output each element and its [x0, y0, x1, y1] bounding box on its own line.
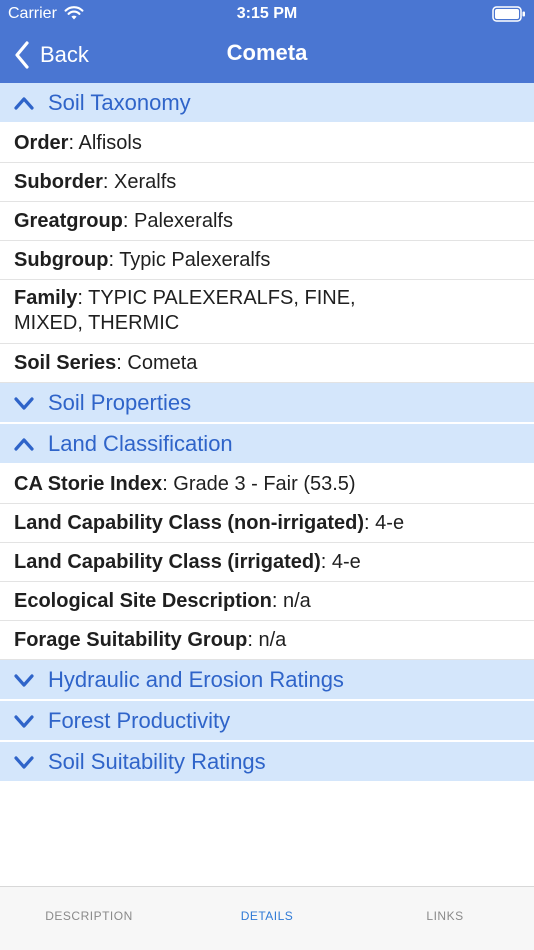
detail-value: : Typic Palexeralfs [108, 249, 271, 271]
section-label: Forest Productivity [48, 707, 231, 733]
detail-row-family: Family: TYPIC PALEXERALFS, FINE, MIXED, … [0, 280, 534, 344]
detail-value: : TYPIC PALEXERALFS, FINE, [77, 287, 356, 309]
navigation-bar: Back Cometa [0, 30, 534, 80]
detail-value: : Alfisols [68, 132, 142, 154]
detail-value: : 4-e [364, 512, 405, 534]
detail-value: : 4-e [320, 551, 361, 573]
tab-description[interactable]: DESCRIPTION [0, 887, 178, 950]
page-title: Cometa [226, 40, 308, 65]
chevron-down-icon [14, 714, 34, 728]
detail-key: Land Capability Class (non-irrigated) [14, 512, 365, 534]
detail-value: : Cometa [116, 352, 198, 374]
detail-row-suborder: Suborder: Xeralfs [0, 163, 534, 202]
status-time: 3:15 PM [236, 5, 298, 22]
detail-row-forage-suitability: Forage Suitability Group: n/a [0, 621, 534, 660]
detail-value: : n/a [247, 629, 287, 651]
detail-row-lcc-irrigated: Land Capability Class (irrigated): 4-e [0, 543, 534, 582]
tab-details[interactable]: DETAILS [178, 887, 356, 950]
detail-value: : n/a [271, 590, 311, 612]
top-bar: Carrier 3:15 PM Back Cometa [0, 0, 534, 83]
detail-value: : Grade 3 - Fair (53.5) [162, 473, 356, 495]
status-bar: Carrier 3:15 PM [0, 0, 534, 28]
chevron-up-icon [14, 96, 34, 110]
detail-key: CA Storie Index [14, 473, 163, 495]
detail-row-order: Order: Alfisols [0, 124, 534, 163]
chevron-up-icon [14, 437, 34, 451]
detail-key: Greatgroup [14, 210, 123, 232]
detail-row-soil-series: Soil Series: Cometa [0, 344, 534, 383]
detail-key: Order [14, 132, 69, 154]
section-label: Land Classification [48, 430, 233, 456]
tab-links[interactable]: LINKS [356, 887, 534, 950]
detail-key: Soil Series [14, 352, 117, 374]
detail-key: Subgroup [14, 249, 109, 271]
detail-value-continued: MIXED, THERMIC [14, 312, 180, 334]
detail-value: : Xeralfs [102, 171, 177, 193]
detail-key: Forage Suitability Group [14, 629, 248, 651]
detail-row-ecological-site: Ecological Site Description: n/a [0, 582, 534, 621]
detail-key: Ecological Site Description [14, 590, 272, 612]
section-label: Hydraulic and Erosion Ratings [48, 666, 344, 692]
section-header-soil-properties[interactable]: Soil Properties [0, 383, 534, 424]
chevron-down-icon [14, 396, 34, 410]
chevron-down-icon [14, 673, 34, 687]
detail-row-greatgroup: Greatgroup: Palexeralfs [0, 202, 534, 241]
section-label: Soil Suitability Ratings [48, 748, 266, 774]
detail-key: Land Capability Class (irrigated) [14, 551, 321, 573]
section-header-soil-suitability[interactable]: Soil Suitability Ratings [0, 742, 534, 783]
section-label: Soil Taxonomy [48, 89, 191, 115]
detail-key: Suborder [14, 171, 103, 193]
detail-row-subgroup: Subgroup: Typic Palexeralfs [0, 241, 534, 280]
details-list: Soil Taxonomy Order: Alfisols Suborder: … [0, 83, 534, 783]
section-header-forest-productivity[interactable]: Forest Productivity [0, 701, 534, 742]
section-label: Soil Properties [48, 389, 192, 415]
detail-row-ca-storie-index: CA Storie Index: Grade 3 - Fair (53.5) [0, 465, 534, 504]
section-header-hydraulic-erosion[interactable]: Hydraulic and Erosion Ratings [0, 660, 534, 701]
chevron-down-icon [14, 755, 34, 769]
detail-row-lcc-non-irrigated: Land Capability Class (non-irrigated): 4… [0, 504, 534, 543]
detail-key: Family [14, 287, 78, 309]
tab-bar: DESCRIPTION DETAILS LINKS [0, 886, 534, 950]
section-header-soil-taxonomy[interactable]: Soil Taxonomy [0, 83, 534, 124]
detail-value: : Palexeralfs [122, 210, 233, 232]
battery-icon [492, 6, 525, 22]
section-header-land-classification[interactable]: Land Classification [0, 424, 534, 465]
